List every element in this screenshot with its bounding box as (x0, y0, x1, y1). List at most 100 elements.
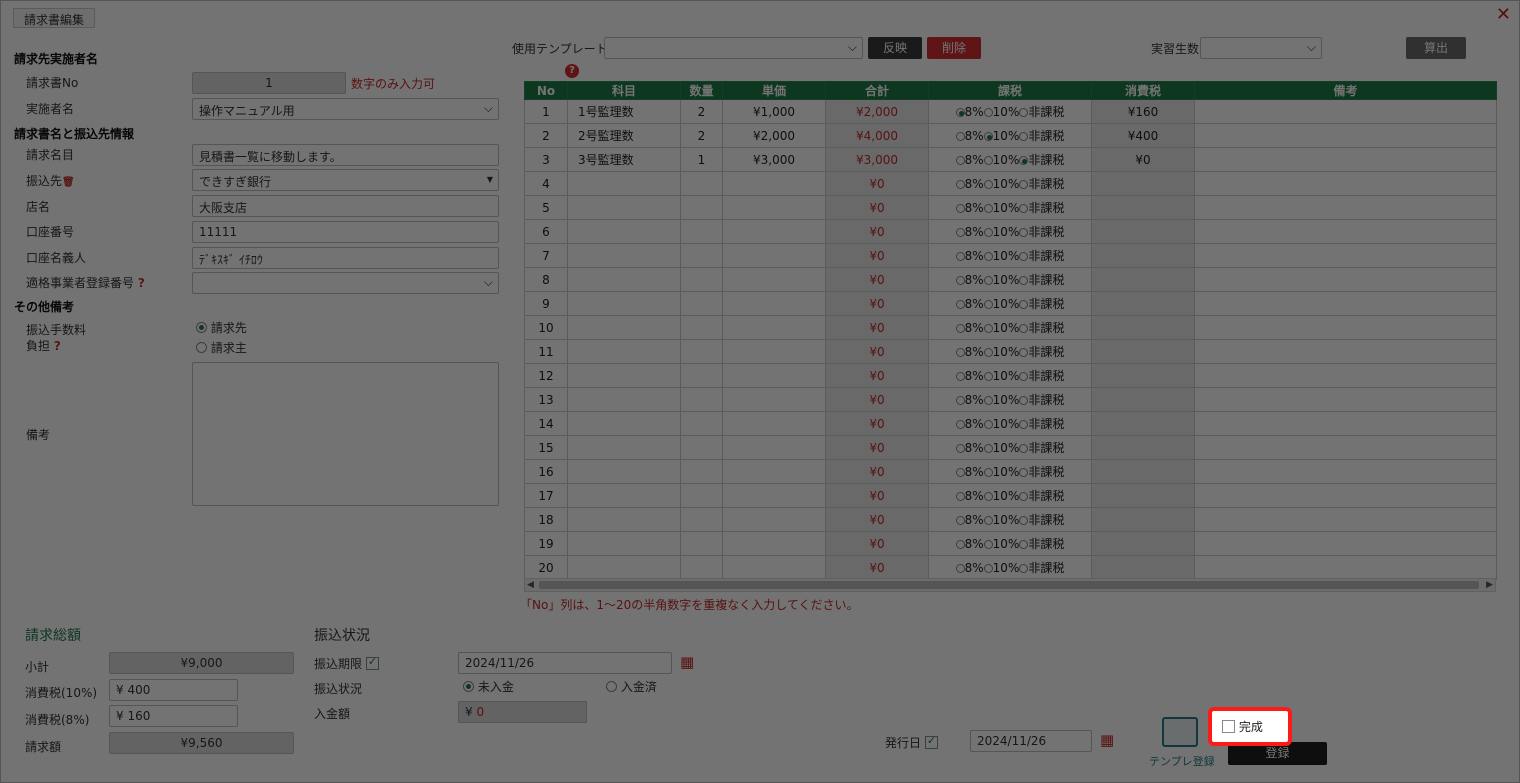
grid-cell-price[interactable] (722, 315, 826, 340)
implementer-select[interactable]: 操作マニュアル用 ⌵ (192, 98, 499, 120)
grid-cell-no[interactable]: 9 (524, 291, 568, 316)
grid-cell-no[interactable]: 3 (524, 147, 568, 172)
grid-cell-price[interactable] (722, 363, 826, 388)
grid-cell-item[interactable] (567, 435, 681, 460)
radio-off-icon[interactable] (1019, 204, 1029, 213)
grid-cell-price[interactable] (722, 267, 826, 292)
tax-option[interactable]: 8% (955, 249, 984, 263)
radio-off-icon[interactable] (606, 681, 617, 692)
radio-off-icon[interactable] (983, 228, 993, 237)
grid-cell-qty[interactable] (680, 459, 723, 484)
radio-off-icon[interactable] (1019, 372, 1029, 381)
radio-off-icon[interactable] (955, 228, 965, 237)
grid-cell-no[interactable]: 19 (524, 531, 568, 556)
scroll-left-icon[interactable]: ◀ (527, 579, 534, 591)
radio-off-icon[interactable] (1019, 540, 1029, 549)
tax-option[interactable]: 非課税 (1019, 129, 1064, 143)
grid-cell-no[interactable]: 17 (524, 483, 568, 508)
grid-cell-item[interactable] (567, 555, 681, 580)
grid-cell-remarks[interactable] (1194, 507, 1497, 532)
tax-option[interactable]: 8% (955, 513, 984, 527)
grid-cell-item[interactable] (567, 459, 681, 484)
complete-checkbox-highlight[interactable]: 完成 (1208, 707, 1292, 746)
grid-cell-qty[interactable] (680, 243, 723, 268)
grid-cell-no[interactable]: 15 (524, 435, 568, 460)
tax-option[interactable]: 10% (983, 417, 1019, 431)
grid-cell-remarks[interactable] (1194, 339, 1497, 364)
complete-checkbox[interactable] (1222, 720, 1235, 733)
grid-cell-price[interactable] (722, 195, 826, 220)
grid-cell-remarks[interactable] (1194, 531, 1497, 556)
tax-option[interactable]: 10% (983, 129, 1019, 143)
radio-off-icon[interactable] (955, 468, 965, 477)
tax-option[interactable]: 8% (955, 369, 984, 383)
scroll-right-icon[interactable]: ▶ (1486, 579, 1493, 591)
grid-cell-item[interactable] (567, 411, 681, 436)
tax-option[interactable]: 非課税 (1019, 489, 1064, 503)
issue-date-checkbox[interactable] (924, 734, 938, 749)
tax-option[interactable]: 非課税 (1019, 297, 1064, 311)
trash-icon[interactable]: 🗑 (62, 177, 75, 188)
grid-cell-item[interactable] (567, 483, 681, 508)
grid-cell-remarks[interactable] (1194, 411, 1497, 436)
radio-off-icon[interactable] (1019, 396, 1029, 405)
grid-cell-item[interactable] (567, 315, 681, 340)
radio-off-icon[interactable] (1019, 300, 1029, 309)
grid-cell-price[interactable] (722, 291, 826, 316)
grid-cell-remarks[interactable] (1194, 459, 1497, 484)
grid-cell-qty[interactable] (680, 171, 723, 196)
radio-off-icon[interactable] (1019, 180, 1029, 189)
radio-off-icon[interactable] (1019, 516, 1029, 525)
radio-on-icon[interactable] (463, 681, 474, 692)
grid-cell-remarks[interactable] (1194, 99, 1497, 124)
status-option-unpaid[interactable]: 未入金 (463, 678, 514, 695)
grid-cell-item[interactable] (567, 195, 681, 220)
radio-off-icon[interactable] (983, 516, 993, 525)
remarks-textarea[interactable] (192, 362, 499, 506)
tax-option[interactable]: 非課税 (1019, 153, 1064, 167)
grid-cell-qty[interactable] (680, 219, 723, 244)
grid-cell-item[interactable] (567, 243, 681, 268)
radio-on-icon[interactable] (983, 132, 993, 141)
branch-input[interactable]: 大阪支店 (192, 195, 499, 217)
radio-off-icon[interactable] (1019, 132, 1029, 141)
radio-on-icon[interactable] (196, 322, 207, 333)
tax-option[interactable]: 非課税 (1019, 417, 1064, 431)
grid-cell-price[interactable] (722, 507, 826, 532)
horizontal-scrollbar[interactable]: ◀ ▶ (524, 578, 1496, 592)
tax-option[interactable]: 非課税 (1019, 225, 1064, 239)
grid-cell-remarks[interactable] (1194, 267, 1497, 292)
grid-cell-qty[interactable] (680, 339, 723, 364)
grid-cell-price[interactable]: ¥1,000 (722, 99, 826, 124)
radio-off-icon[interactable] (1019, 420, 1029, 429)
tax-option[interactable]: 8% (955, 417, 984, 431)
tax-option[interactable]: 8% (955, 153, 984, 167)
radio-off-icon[interactable] (983, 420, 993, 429)
grid-cell-remarks[interactable] (1194, 243, 1497, 268)
radio-off-icon[interactable] (1019, 276, 1029, 285)
grid-cell-qty[interactable] (680, 267, 723, 292)
grid-cell-remarks[interactable] (1194, 195, 1497, 220)
grid-cell-no[interactable]: 12 (524, 363, 568, 388)
radio-off-icon[interactable] (1019, 228, 1029, 237)
tax-option[interactable]: 8% (955, 201, 984, 215)
calendar-icon[interactable]: ▦ (680, 653, 694, 671)
grid-cell-no[interactable]: 6 (524, 219, 568, 244)
grid-cell-item[interactable] (567, 171, 681, 196)
grid-cell-no[interactable]: 16 (524, 459, 568, 484)
tax-option[interactable]: 10% (983, 441, 1019, 455)
delete-button[interactable]: 削除 (927, 37, 981, 59)
tax-option[interactable]: 非課税 (1019, 513, 1064, 527)
tax-option[interactable]: 8% (955, 465, 984, 479)
tax-option[interactable]: 8% (955, 177, 984, 191)
grid-cell-remarks[interactable] (1194, 363, 1497, 388)
grid-cell-price[interactable] (722, 531, 826, 556)
grid-cell-item[interactable] (567, 339, 681, 364)
deadline-checkbox[interactable] (365, 655, 379, 670)
grid-cell-price[interactable] (722, 171, 826, 196)
help-icon[interactable]: ? (138, 276, 145, 290)
radio-off-icon[interactable] (983, 300, 993, 309)
grid-cell-no[interactable]: 11 (524, 339, 568, 364)
deadline-input[interactable]: 2024/11/26 (458, 652, 672, 674)
grid-cell-price[interactable] (722, 555, 826, 580)
